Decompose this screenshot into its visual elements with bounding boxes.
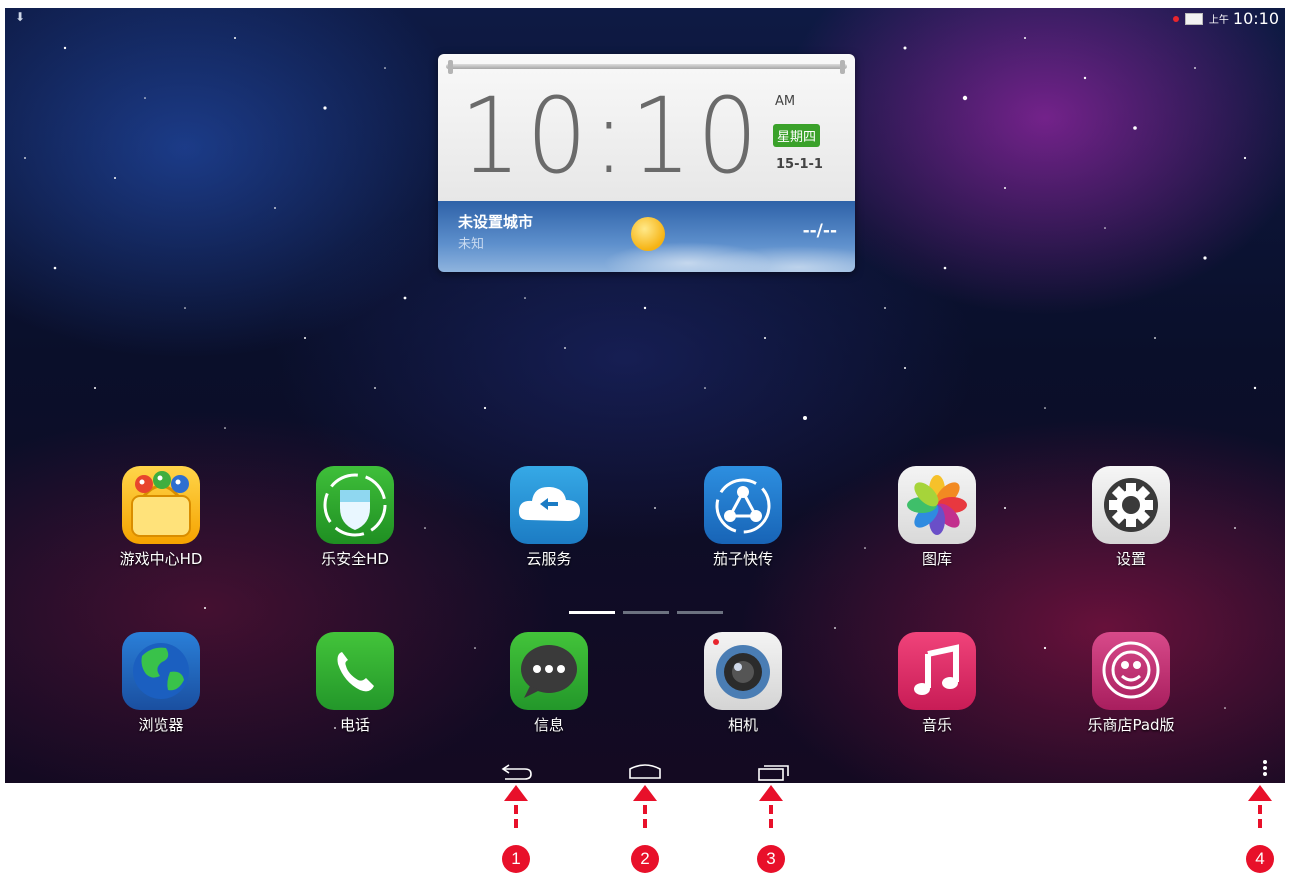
time-prefix: 上午: [1208, 15, 1229, 26]
back-icon[interactable]: [499, 760, 535, 782]
clock-time: 10:10: [460, 75, 764, 197]
annotation-badge-1: 1: [502, 845, 530, 873]
app-label: 乐安全HD: [321, 550, 389, 568]
phone-icon: [316, 632, 394, 710]
music-icon: [898, 632, 976, 710]
battery-icon: [1184, 12, 1203, 25]
weather-condition: 未知: [458, 237, 485, 252]
weather-temperature: --/--: [802, 221, 837, 241]
app-camera[interactable]: 相机: [668, 632, 818, 735]
messages-icon: [510, 632, 588, 710]
app-gallery[interactable]: 图库: [862, 466, 1012, 569]
page-indicator-3[interactable]: [677, 611, 723, 614]
app-browser[interactable]: 浏览器: [86, 632, 236, 735]
app-label: 电话: [339, 716, 370, 734]
weather-city: 未设置城市: [458, 213, 534, 231]
browser-globe-icon: [122, 632, 200, 710]
annotation-badge-3: 3: [757, 845, 785, 873]
rod-cap-left: [448, 60, 453, 74]
app-label: 设置: [1115, 550, 1146, 568]
record-indicator-icon: [1172, 15, 1179, 22]
app-cloud-service[interactable]: 云服务: [474, 466, 624, 569]
app-label: 茄子快传: [712, 550, 773, 568]
home-screen: ⬇ 上午 10:10 10:10 AM 星期四 15-1-1 未设置城市 未知 …: [5, 8, 1285, 783]
home-icon[interactable]: [627, 760, 663, 782]
app-label: 乐商店Pad版: [1087, 716, 1175, 734]
clock-weather-widget[interactable]: 10:10 AM 星期四 15-1-1 未设置城市 未知 --/--: [438, 54, 855, 272]
overflow-menu-icon[interactable]: [1262, 760, 1268, 778]
app-label: 云服务: [526, 550, 572, 568]
app-music[interactable]: 音乐: [862, 632, 1012, 735]
app-share-transfer[interactable]: 茄子快传: [668, 466, 818, 569]
status-time: 10:10: [1232, 9, 1279, 28]
clock-date: 15-1-1: [776, 157, 823, 172]
game-center-icon: [122, 466, 200, 544]
app-settings[interactable]: 设置: [1056, 466, 1206, 569]
page-indicator-1[interactable]: [569, 611, 615, 614]
settings-gear-icon: [1092, 466, 1170, 544]
page-indicator-2[interactable]: [623, 611, 669, 614]
app-messages[interactable]: 信息: [474, 632, 624, 735]
security-shield-icon: [316, 466, 394, 544]
weather-panel[interactable]: 未设置城市 未知 --/--: [438, 201, 855, 272]
clock-ampm: AM: [775, 94, 796, 109]
recent-apps-icon[interactable]: [756, 760, 792, 782]
camera-icon: [704, 632, 782, 710]
clock-panel[interactable]: 10:10 AM 星期四 15-1-1: [438, 54, 855, 202]
cloud-service-icon: [510, 466, 588, 544]
annotation-badge-4: 4: [1246, 845, 1274, 873]
app-label: 信息: [533, 716, 564, 734]
widget-rod: [446, 64, 847, 69]
app-store-icon: [1092, 632, 1170, 710]
app-label: 浏览器: [138, 716, 184, 734]
app-store[interactable]: 乐商店Pad版: [1056, 632, 1206, 735]
app-label: 图库: [921, 550, 952, 568]
share-transfer-icon: [704, 466, 782, 544]
app-label: 游戏中心HD: [119, 550, 203, 568]
gallery-icon: [898, 466, 976, 544]
app-label: 相机: [727, 716, 758, 734]
weekday-badge: 星期四: [773, 124, 821, 147]
app-phone[interactable]: 电话: [280, 632, 430, 735]
annotation-badge-2: 2: [631, 845, 659, 873]
notification-icon[interactable]: ⬇: [15, 10, 25, 24]
app-game-center[interactable]: 游戏中心HD: [86, 466, 236, 569]
app-label: 音乐: [921, 716, 952, 734]
sun-icon: [631, 217, 665, 251]
rod-cap-right: [840, 60, 845, 74]
status-bar: 上午 10:10: [1172, 9, 1279, 28]
app-security[interactable]: 乐安全HD: [280, 466, 430, 569]
